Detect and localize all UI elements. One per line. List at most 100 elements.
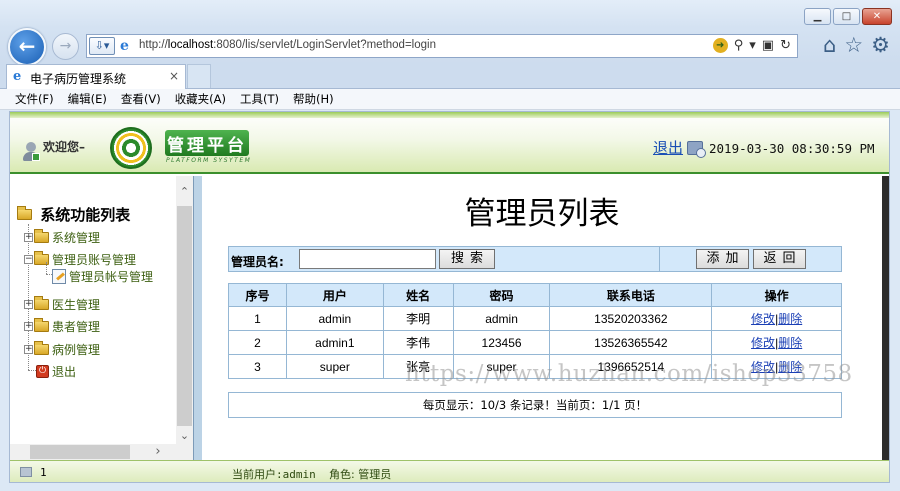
footer-count: 1 bbox=[40, 466, 47, 479]
browser-tab[interactable]: e 电子病历管理系统 × bbox=[6, 64, 186, 89]
cell-no: 3 bbox=[228, 354, 287, 379]
edit-link[interactable]: 修改 bbox=[751, 312, 775, 326]
monitor-icon bbox=[20, 467, 32, 477]
search-button[interactable]: 搜索 bbox=[439, 249, 495, 269]
cell-name: 张亮 bbox=[382, 354, 454, 379]
add-button[interactable]: 添加 bbox=[696, 249, 749, 269]
cell-actions: 修改|删除 bbox=[711, 354, 842, 379]
delete-link[interactable]: 删除 bbox=[778, 312, 802, 326]
cell-phone: 13520203362 bbox=[549, 306, 713, 331]
clock-icon bbox=[687, 141, 706, 158]
column-header-user: 用户 bbox=[285, 283, 384, 307]
sidebar-horizontal-scrollbar[interactable]: ‹ › bbox=[10, 444, 176, 460]
sidebar-item-admin-accounts[interactable]: − 管理员账号管理 bbox=[24, 251, 136, 268]
tree-root[interactable]: 系统功能列表 bbox=[17, 204, 130, 225]
address-tools: ➜ ⚲ ▾ ▣ ↻ bbox=[712, 38, 791, 54]
menu-favorites[interactable]: 收藏夹(A) bbox=[175, 89, 226, 109]
expand-icon[interactable]: + bbox=[24, 322, 33, 331]
edit-link[interactable]: 修改 bbox=[751, 336, 775, 350]
delete-link[interactable]: 删除 bbox=[778, 360, 802, 374]
new-tab-button[interactable] bbox=[187, 64, 211, 88]
menu-view[interactable]: 查看(V) bbox=[121, 89, 161, 109]
delete-link[interactable]: 删除 bbox=[778, 336, 802, 350]
search-label: 管理员名: bbox=[231, 255, 284, 269]
expand-icon[interactable]: + bbox=[24, 345, 33, 354]
maximize-button[interactable]: □ bbox=[833, 8, 860, 25]
sidebar-vertical-scrollbar[interactable]: ⌃ ⌄ bbox=[176, 176, 193, 444]
cell-no: 2 bbox=[228, 330, 287, 355]
page-title: 管理员列表 bbox=[464, 196, 620, 232]
cell-actions: 修改|删除 bbox=[711, 306, 842, 331]
header-highlight bbox=[10, 112, 889, 118]
go-icon[interactable]: ➜ bbox=[712, 38, 728, 53]
close-window-button[interactable]: ✕ bbox=[862, 8, 892, 25]
admin-table: 序号 用户 姓名 密码 联系电话 操作 1 admin 李明 admin 135… bbox=[228, 283, 842, 379]
edit-link[interactable]: 修改 bbox=[751, 360, 775, 374]
scroll-up-icon[interactable]: ⌃ bbox=[176, 183, 193, 200]
sidebar-item-system[interactable]: + 系统管理 bbox=[24, 229, 100, 246]
cell-user: admin bbox=[285, 306, 384, 331]
address-bar[interactable]: ⇩▾ e http://localhost:8080/lis/servlet/L… bbox=[86, 34, 798, 58]
frame-splitter[interactable] bbox=[193, 176, 202, 460]
pagination-info: 每页显示：10/3 条记录！当前页：1/1 页！ bbox=[228, 392, 842, 418]
cell-password: super bbox=[452, 354, 551, 379]
logo-target-icon bbox=[110, 127, 152, 169]
user-icon bbox=[22, 142, 40, 162]
tab-close-icon[interactable]: × bbox=[169, 69, 179, 83]
cell-no: 1 bbox=[228, 306, 287, 331]
folder-icon bbox=[34, 229, 49, 243]
sidebar-item-doctors[interactable]: + 医生管理 bbox=[24, 296, 100, 313]
sidebar-item-admin-account-manage[interactable]: 管理员帐号管理 bbox=[52, 268, 153, 285]
column-header-no: 序号 bbox=[228, 283, 287, 307]
admin-name-search-input[interactable] bbox=[299, 249, 436, 269]
compatibility-view-icon[interactable]: ⇩▾ bbox=[89, 37, 115, 55]
expand-icon[interactable]: + bbox=[24, 300, 33, 309]
settings-gear-icon[interactable]: ⚙ bbox=[871, 32, 890, 58]
home-icon[interactable]: ⌂ bbox=[823, 32, 836, 58]
search-icon[interactable]: ⚲ bbox=[734, 38, 744, 54]
welcome-text: 欢迎您– bbox=[43, 140, 86, 154]
menu-file[interactable]: 文件(F) bbox=[15, 89, 54, 109]
tab-bar: e 电子病历管理系统 × bbox=[0, 64, 900, 89]
ie-page-icon: e bbox=[120, 38, 129, 54]
cell-user: admin1 bbox=[285, 330, 384, 355]
favorites-star-icon[interactable]: ☆ bbox=[844, 32, 863, 58]
menu-help[interactable]: 帮助(H) bbox=[293, 89, 334, 109]
search-toolbar: 管理员名: 搜索 添加 返回 bbox=[228, 246, 842, 272]
picture-icon[interactable]: ▣ bbox=[762, 38, 774, 54]
minimize-button[interactable]: ▁ bbox=[804, 8, 831, 25]
refresh-icon[interactable]: ↻ bbox=[780, 38, 791, 54]
url-text[interactable]: http://localhost:8080/lis/servlet/LoginS… bbox=[139, 39, 436, 51]
scroll-down-icon[interactable]: ⌄ bbox=[176, 427, 193, 444]
cell-name: 李明 bbox=[382, 306, 454, 331]
sidebar-item-exit[interactable]: ⏻ 退出 bbox=[36, 363, 76, 380]
browser-tools: ⌂ ☆ ⚙ bbox=[823, 32, 890, 58]
menu-tools[interactable]: 工具(T) bbox=[240, 89, 279, 109]
forward-button[interactable]: → bbox=[52, 33, 79, 60]
logo-badge: 管理平台 bbox=[165, 130, 249, 156]
scroll-right-icon[interactable]: › bbox=[150, 444, 166, 460]
column-header-phone: 联系电话 bbox=[549, 283, 713, 307]
scroll-thumb[interactable] bbox=[30, 445, 130, 459]
tab-ie-icon: e bbox=[13, 69, 22, 84]
scroll-thumb[interactable] bbox=[177, 206, 192, 426]
menu-edit[interactable]: 编辑(E) bbox=[68, 89, 107, 109]
cell-user: super bbox=[285, 354, 384, 379]
dropdown-icon[interactable]: ▾ bbox=[749, 38, 756, 54]
sidebar-tree: 系统功能列表 + 系统管理 − 管理员账号管理 管理员帐号管理 + 医生管理 + 患者管… bbox=[10, 176, 176, 444]
exit-icon: ⏻ bbox=[36, 365, 49, 378]
edit-document-icon bbox=[52, 269, 66, 284]
sidebar-item-patients[interactable]: + 患者管理 bbox=[24, 318, 100, 335]
column-header-name: 姓名 bbox=[382, 283, 454, 307]
table-row: 1 admin 李明 admin 13520203362 修改|删除 bbox=[228, 306, 842, 331]
collapse-icon[interactable]: − bbox=[24, 255, 33, 264]
scroll-corner bbox=[176, 444, 193, 460]
back-return-button[interactable]: 返回 bbox=[753, 249, 806, 269]
sidebar-item-cases[interactable]: + 病例管理 bbox=[24, 341, 100, 358]
back-button[interactable]: ← bbox=[8, 28, 46, 66]
cell-actions: 修改|删除 bbox=[711, 330, 842, 355]
table-row: 2 admin1 李伟 123456 13526365542 修改|删除 bbox=[228, 330, 842, 355]
cell-phone: 13526365542 bbox=[549, 330, 713, 355]
expand-icon[interactable]: + bbox=[24, 233, 33, 242]
logout-link[interactable]: 退出 bbox=[653, 137, 683, 158]
